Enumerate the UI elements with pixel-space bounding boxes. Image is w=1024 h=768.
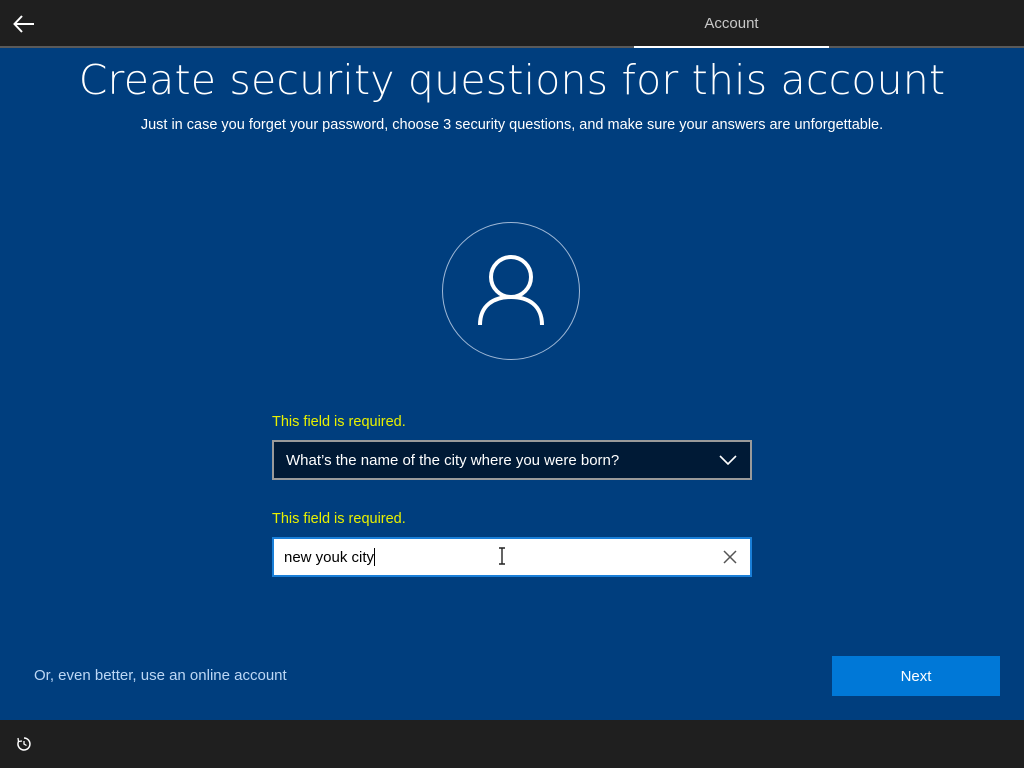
answer-error-text: This field is required. — [272, 511, 406, 527]
answer-input[interactable] — [274, 539, 710, 575]
security-question-value: What’s the name of the city where you we… — [286, 451, 620, 469]
chevron-down-icon — [706, 442, 750, 478]
user-icon — [478, 255, 544, 326]
ease-of-access-icon — [17, 737, 31, 751]
top-bar: Account — [0, 0, 1024, 48]
clear-button[interactable] — [710, 539, 750, 575]
online-account-link[interactable]: Or, even better, use an online account — [34, 667, 287, 684]
bottom-bar — [0, 720, 1024, 768]
ibeam-cursor-icon — [499, 547, 505, 565]
ease-of-access-button[interactable] — [12, 732, 36, 756]
question-error-text: This field is required. — [272, 414, 406, 430]
back-arrow-icon — [13, 15, 34, 33]
tab-account[interactable]: Account — [634, 0, 829, 48]
close-icon — [723, 550, 737, 564]
page-title: Create security questions for this accou… — [78, 56, 946, 104]
text-caret — [374, 548, 375, 566]
back-button[interactable] — [8, 8, 40, 40]
page-subtitle: Just in case you forget your password, c… — [140, 117, 884, 133]
answer-field-box — [272, 537, 752, 577]
security-question-dropdown[interactable]: What’s the name of the city where you we… — [272, 440, 752, 480]
avatar — [442, 222, 580, 360]
next-button[interactable]: Next — [832, 656, 1000, 696]
